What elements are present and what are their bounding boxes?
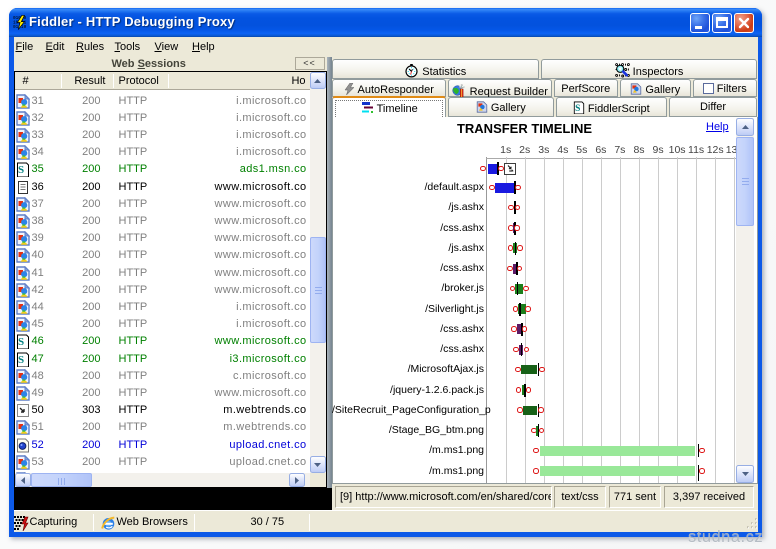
svg-text:S: S — [18, 164, 24, 176]
svg-text:S: S — [18, 336, 24, 348]
svg-text:S: S — [575, 104, 580, 114]
svg-text:S: S — [18, 354, 24, 366]
